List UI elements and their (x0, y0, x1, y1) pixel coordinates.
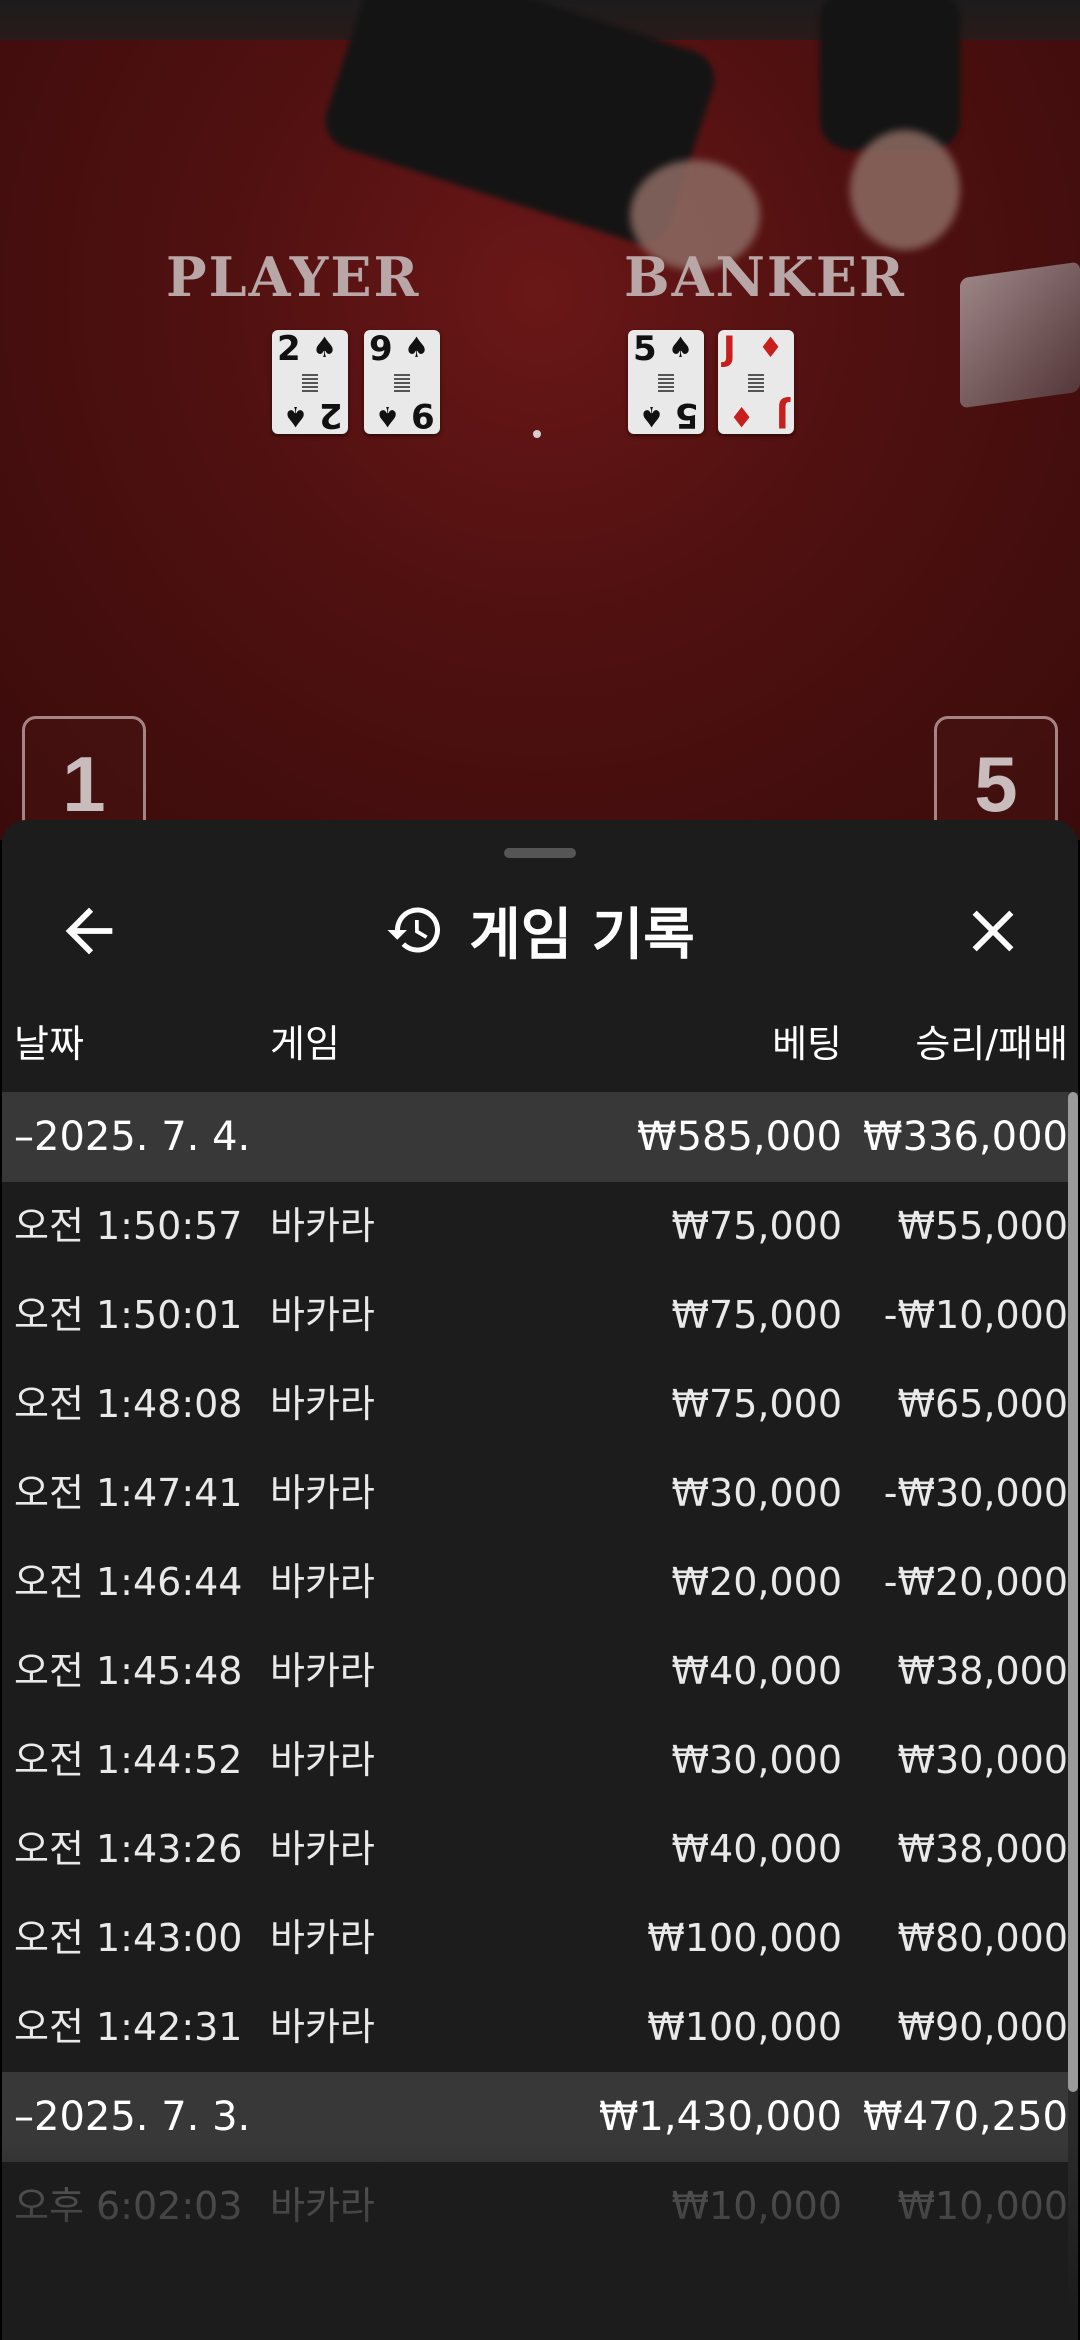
table-row[interactable]: 오전 1:47:41 바카라 ₩30,000 -₩30,000 (2, 1449, 1068, 1538)
row-win-loss: ₩10,000 (897, 2184, 1068, 2228)
row-time: 오전 1:43:00 (14, 1916, 243, 1960)
history-table: –2025. 7. 4. ₩585,000 ₩336,000 오전 1:50:5… (2, 1092, 1078, 2251)
player-card-1: 2 ♠ 2 ♠ (272, 330, 348, 435)
row-time: 오전 1:47:41 (14, 1471, 243, 1515)
table-row[interactable]: 오전 1:48:08 바카라 ₩75,000 ₩65,000 (2, 1360, 1068, 1449)
row-game: 바카라 (270, 1293, 375, 1337)
table-row[interactable]: 오전 1:44:52 바카라 ₩30,000 ₩30,000 (2, 1716, 1068, 1805)
row-time: 오전 1:42:31 (14, 2005, 243, 2049)
table-row[interactable]: 오후 6:02:03 바카라 ₩10,000 ₩10,000 (2, 2162, 1068, 2251)
back-button[interactable] (54, 896, 124, 966)
scrollbar-thumb[interactable] (1068, 1092, 1078, 2092)
row-win-loss: ₩55,000 (897, 1204, 1068, 1248)
row-game: 바카라 (270, 1204, 375, 1248)
table-row[interactable]: 오전 1:50:57 바카라 ₩75,000 ₩55,000 (2, 1182, 1068, 1271)
close-icon (972, 910, 1014, 952)
row-bet: ₩100,000 (647, 2005, 842, 2049)
table-row[interactable]: 오전 1:46:44 바카라 ₩20,000 -₩20,000 (2, 1538, 1068, 1627)
date-group-row[interactable]: –2025. 7. 3. ₩1,430,000 ₩470,250 (2, 2072, 1068, 2162)
table-marker (533, 430, 541, 438)
row-game: 바카라 (270, 1827, 375, 1871)
column-header-date: 날짜 (14, 1022, 84, 1066)
row-win-loss: -₩20,000 (883, 1560, 1068, 1604)
table-row[interactable]: 오전 1:43:00 바카라 ₩100,000 ₩80,000 (2, 1894, 1068, 1983)
table-row[interactable]: 오전 1:45:48 바카라 ₩40,000 ₩38,000 (2, 1627, 1068, 1716)
banker-card-1: 5 ♠ 5 ♠ (628, 330, 704, 435)
row-time: 오전 1:50:01 (14, 1293, 243, 1337)
row-win-loss: -₩10,000 (883, 1293, 1068, 1337)
row-game: 바카라 (270, 1738, 375, 1782)
row-bet: ₩75,000 (671, 1204, 842, 1248)
row-game: 바카라 (270, 1560, 375, 1604)
row-win-loss: ₩80,000 (897, 1916, 1068, 1960)
row-time: 오전 1:48:08 (14, 1382, 243, 1426)
row-game: 바카라 (270, 1649, 375, 1693)
column-header-bet: 베팅 (772, 1022, 842, 1066)
banker-card-2: J ♦ J ♦ (718, 330, 794, 435)
row-game: 바카라 (270, 1382, 375, 1426)
sheet-drag-handle[interactable] (504, 848, 576, 858)
row-bet: ₩30,000 (671, 1738, 842, 1782)
row-bet: ₩20,000 (671, 1560, 842, 1604)
banker-label: BANKER (624, 245, 906, 309)
row-bet: ₩30,000 (671, 1471, 842, 1515)
sheet-title-wrap: 게임 기록 (2, 870, 1078, 990)
row-win-loss: ₩38,000 (897, 1827, 1068, 1871)
row-game: 바카라 (270, 2184, 375, 2228)
group-win-total: ₩470,250 (863, 2094, 1068, 2140)
dealer-right-hand (850, 130, 960, 250)
table-row[interactable]: 오전 1:42:31 바카라 ₩100,000 ₩90,000 (2, 1983, 1068, 2072)
column-header-game: 게임 (270, 1022, 340, 1066)
row-win-loss: ₩65,000 (897, 1382, 1068, 1426)
history-icon (387, 907, 441, 953)
card-shoe (960, 261, 1080, 409)
row-game: 바카라 (270, 1471, 375, 1515)
row-time: 오전 1:45:48 (14, 1649, 243, 1693)
group-win-total: ₩336,000 (863, 1114, 1068, 1160)
row-win-loss: ₩30,000 (897, 1738, 1068, 1782)
row-game: 바카라 (270, 1916, 375, 1960)
sheet-header: 게임 기록 (2, 870, 1078, 990)
group-bet-total: ₩585,000 (637, 1114, 842, 1160)
row-win-loss: -₩30,000 (883, 1471, 1068, 1515)
row-bet: ₩40,000 (671, 1649, 842, 1693)
group-bet-total: ₩1,430,000 (598, 2094, 842, 2140)
date-group-row[interactable]: –2025. 7. 4. ₩585,000 ₩336,000 (2, 1092, 1068, 1182)
player-card-2: 9 ♠ 9 ♠ (364, 330, 440, 435)
row-time: 오전 1:43:26 (14, 1827, 243, 1871)
row-time: 오전 1:46:44 (14, 1560, 243, 1604)
group-date: –2025. 7. 3. (14, 2094, 251, 2140)
row-win-loss: ₩90,000 (897, 2005, 1068, 2049)
row-bet: ₩10,000 (671, 2184, 842, 2228)
sheet-title: 게임 기록 (469, 902, 695, 968)
row-bet: ₩40,000 (671, 1827, 842, 1871)
live-game-video: PLAYER BANKER 2 ♠ 2 ♠ 9 ♠ 9 ♠ 5 ♠ 5 ♠ J ♦ J ♦ 1 … (0, 0, 1080, 840)
row-bet: ₩75,000 (671, 1382, 842, 1426)
dealer-right-arm (820, 0, 960, 150)
column-header-win-loss: 승리/패배 (915, 1022, 1068, 1066)
row-bet: ₩75,000 (671, 1293, 842, 1337)
row-game: 바카라 (270, 2005, 375, 2049)
row-time: 오전 1:50:57 (14, 1204, 243, 1248)
group-date: –2025. 7. 4. (14, 1114, 251, 1160)
row-bet: ₩100,000 (647, 1916, 842, 1960)
row-time: 오전 1:44:52 (14, 1738, 243, 1782)
row-win-loss: ₩38,000 (897, 1649, 1068, 1693)
arrow-left-icon (65, 907, 113, 955)
player-label: PLAYER (166, 245, 421, 309)
close-button[interactable] (958, 896, 1028, 966)
game-history-sheet: 게임 기록 날짜 게임 베팅 승리/패배 –2025. 7. 4. ₩585,0… (2, 820, 1078, 2340)
table-row[interactable]: 오전 1:50:01 바카라 ₩75,000 -₩10,000 (2, 1271, 1068, 1360)
table-row[interactable]: 오전 1:43:26 바카라 ₩40,000 ₩38,000 (2, 1805, 1068, 1894)
row-time: 오후 6:02:03 (14, 2184, 243, 2228)
